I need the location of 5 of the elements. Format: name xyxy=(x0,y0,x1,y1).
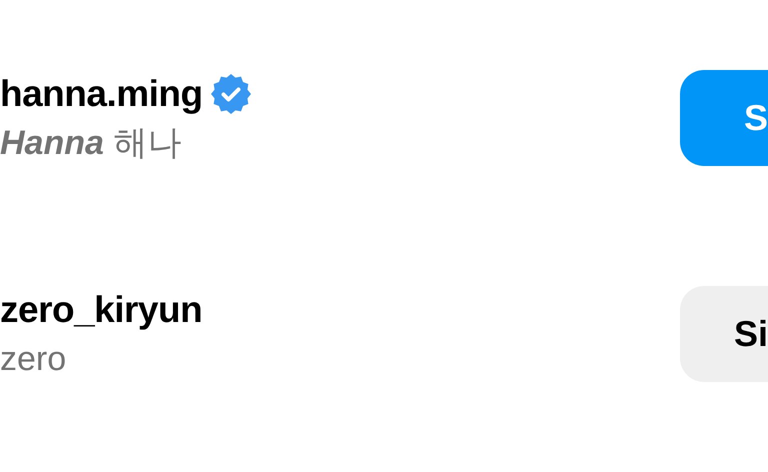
display-name: Hanna 해나 xyxy=(0,123,182,163)
username[interactable]: zero_kiryun xyxy=(0,289,202,331)
following-button[interactable]: Si xyxy=(680,286,768,382)
username[interactable]: hanna.ming xyxy=(0,73,203,115)
display-name: zero xyxy=(0,339,68,379)
